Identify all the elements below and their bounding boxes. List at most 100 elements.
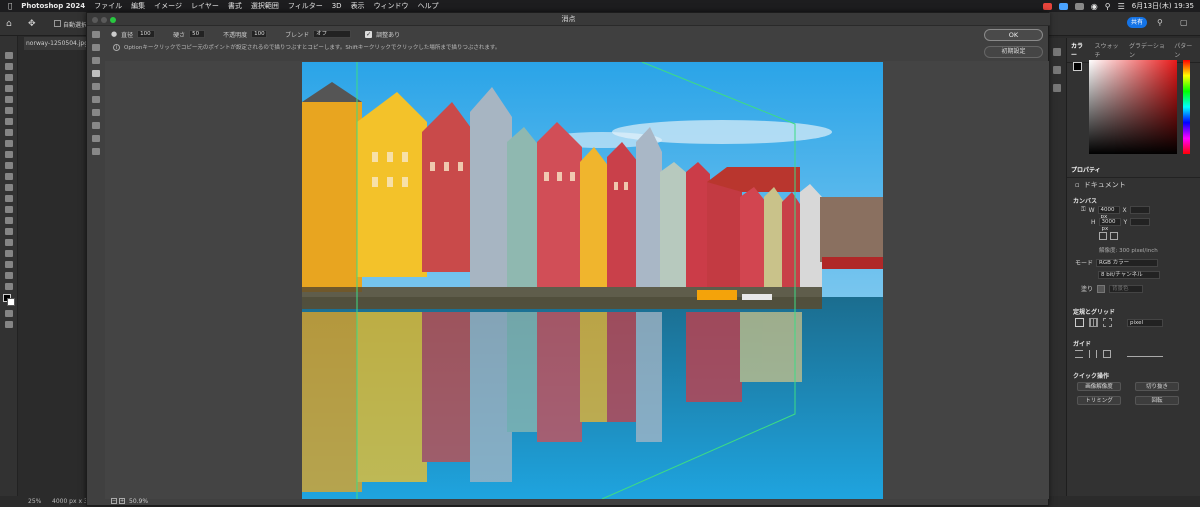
transform-tool-icon[interactable] bbox=[92, 96, 100, 103]
clock[interactable]: 6月13日(木) 19:35 bbox=[1132, 1, 1194, 11]
healing-brush-icon[interactable] bbox=[4, 129, 13, 136]
photo-norway-warehouses[interactable] bbox=[302, 62, 883, 499]
eraser-icon[interactable] bbox=[4, 173, 13, 180]
zoom-tool-icon[interactable] bbox=[92, 148, 100, 155]
tab-properties[interactable]: プロパティ bbox=[1071, 165, 1101, 174]
y-field[interactable] bbox=[1130, 218, 1151, 226]
tab-patterns[interactable]: パターン bbox=[1174, 41, 1196, 59]
search-icon[interactable]: ⚲ bbox=[1157, 18, 1163, 27]
status-app-icon[interactable] bbox=[1042, 2, 1052, 10]
auto-select-checkbox[interactable] bbox=[54, 20, 61, 27]
workspace-icon[interactable]: ▢ bbox=[1180, 18, 1188, 27]
zoom-level[interactable]: 25% bbox=[28, 498, 41, 505]
document-tab[interactable]: norway-1250504.jpg bbox=[24, 37, 90, 50]
app-name-menu[interactable]: Photoshop 2024 bbox=[21, 2, 85, 10]
crop-tool-icon[interactable] bbox=[4, 96, 13, 103]
search-icon[interactable]: ⚲ bbox=[1105, 2, 1111, 11]
panel-icon[interactable] bbox=[1053, 84, 1061, 92]
path-select-icon[interactable] bbox=[4, 239, 13, 246]
ruler-icon[interactable] bbox=[1075, 318, 1084, 327]
status-app-icon[interactable] bbox=[1074, 2, 1084, 10]
unit-select[interactable]: pixel bbox=[1127, 319, 1163, 327]
close-icon[interactable] bbox=[92, 17, 98, 23]
opacity-field[interactable]: 100 bbox=[251, 30, 268, 38]
rotate-button[interactable]: 回転 bbox=[1135, 396, 1179, 405]
edit-plane-tool-icon[interactable] bbox=[92, 31, 100, 38]
menu-window[interactable]: ウィンドウ bbox=[374, 1, 409, 11]
guide-horizontal-icon[interactable] bbox=[1075, 350, 1083, 358]
panel-icon[interactable] bbox=[1053, 48, 1061, 56]
apple-icon[interactable]:  bbox=[8, 2, 12, 10]
more-tools-icon[interactable] bbox=[4, 283, 13, 290]
pen-tool-icon[interactable] bbox=[4, 217, 13, 224]
grid-icon[interactable] bbox=[1089, 318, 1098, 327]
hue-slider[interactable] bbox=[1183, 60, 1190, 154]
minimize-icon[interactable] bbox=[101, 17, 107, 23]
dodge-tool-icon[interactable] bbox=[4, 206, 13, 213]
diameter-field[interactable]: 100 bbox=[137, 30, 156, 38]
guides-section-header[interactable]: ガイド bbox=[1067, 336, 1097, 351]
rulers-section-header[interactable]: 定規とグリッド bbox=[1067, 304, 1121, 319]
frame-tool-icon[interactable] bbox=[4, 107, 13, 114]
measure-tool-icon[interactable] bbox=[92, 122, 100, 129]
menu-edit[interactable]: 編集 bbox=[131, 1, 145, 11]
trim-button[interactable]: トリミング bbox=[1077, 396, 1121, 405]
hardness-field[interactable]: 50 bbox=[189, 30, 206, 38]
hand-tool-icon[interactable] bbox=[92, 135, 100, 142]
zoom-in-icon[interactable]: + bbox=[119, 498, 125, 504]
depth-select[interactable]: 8 bit/チャンネル bbox=[1098, 271, 1160, 279]
type-tool-icon[interactable] bbox=[4, 228, 13, 235]
marquee-tool-icon[interactable] bbox=[92, 57, 100, 64]
magic-wand-icon[interactable] bbox=[4, 85, 13, 92]
share-button[interactable]: 共有 bbox=[1127, 17, 1147, 28]
blend-select[interactable]: オフ bbox=[313, 30, 352, 38]
menu-view[interactable]: 表示 bbox=[351, 1, 365, 11]
menu-help[interactable]: ヘルプ bbox=[418, 1, 439, 11]
tab-swatches[interactable]: スウォッチ bbox=[1094, 41, 1121, 59]
blur-tool-icon[interactable] bbox=[4, 195, 13, 202]
mode-select[interactable]: RGB カラー bbox=[1096, 258, 1159, 267]
stamp-tool-icon[interactable] bbox=[4, 151, 13, 158]
zoom-tool-icon[interactable] bbox=[4, 272, 13, 279]
reset-button[interactable]: 初期設定 bbox=[984, 46, 1043, 58]
menu-image[interactable]: イメージ bbox=[154, 1, 182, 11]
x-field[interactable] bbox=[1129, 206, 1150, 214]
fill-select[interactable]: 背景色 bbox=[1109, 284, 1144, 293]
brush-preset-icon[interactable]: ● bbox=[111, 30, 117, 38]
pixel-grid-icon[interactable] bbox=[1103, 318, 1112, 327]
history-brush-icon[interactable] bbox=[4, 162, 13, 169]
zoom-window-icon[interactable] bbox=[110, 17, 116, 23]
zoom-out-icon[interactable]: − bbox=[111, 498, 117, 504]
menu-type[interactable]: 書式 bbox=[228, 1, 242, 11]
move-tool-icon[interactable]: ✥ bbox=[28, 19, 36, 29]
stamp-tool-icon[interactable] bbox=[92, 70, 100, 77]
panel-icon[interactable] bbox=[1053, 66, 1061, 74]
create-plane-tool-icon[interactable] bbox=[92, 44, 100, 51]
brush-tool-icon[interactable] bbox=[4, 140, 13, 147]
home-icon[interactable]: ⌂ bbox=[6, 19, 12, 29]
lasso-tool-icon[interactable] bbox=[4, 74, 13, 81]
brush-tool-icon[interactable] bbox=[92, 83, 100, 90]
menu-filter[interactable]: フィルター bbox=[288, 1, 323, 11]
image-size-button[interactable]: 画像解像度 bbox=[1077, 382, 1121, 391]
guide-vertical-icon[interactable] bbox=[1089, 350, 1097, 358]
gradient-tool-icon[interactable] bbox=[4, 184, 13, 191]
fill-swatch[interactable] bbox=[1097, 284, 1106, 293]
eyedropper-icon[interactable] bbox=[4, 118, 13, 125]
menu-select[interactable]: 選択範囲 bbox=[251, 1, 279, 11]
ok-button[interactable]: OK bbox=[984, 29, 1043, 41]
move-tool-icon[interactable] bbox=[4, 52, 13, 59]
zoom-value[interactable]: 50.9% bbox=[129, 498, 148, 505]
tab-gradients[interactable]: グラデーション bbox=[1129, 41, 1167, 59]
menu-file[interactable]: ファイル bbox=[94, 1, 122, 11]
menu-layer[interactable]: レイヤー bbox=[191, 1, 219, 11]
quick-mask-icon[interactable] bbox=[4, 310, 13, 317]
color-swatches[interactable] bbox=[2, 294, 15, 306]
hand-tool-icon[interactable] bbox=[4, 261, 13, 268]
control-center-icon[interactable]: ☰ bbox=[1118, 2, 1125, 11]
rectangle-tool-icon[interactable] bbox=[4, 250, 13, 257]
orientation-landscape-icon[interactable] bbox=[1110, 232, 1118, 240]
wifi-icon[interactable]: ◉ bbox=[1091, 2, 1098, 11]
status-app-icon[interactable] bbox=[1058, 2, 1068, 10]
color-field[interactable] bbox=[1089, 60, 1177, 154]
